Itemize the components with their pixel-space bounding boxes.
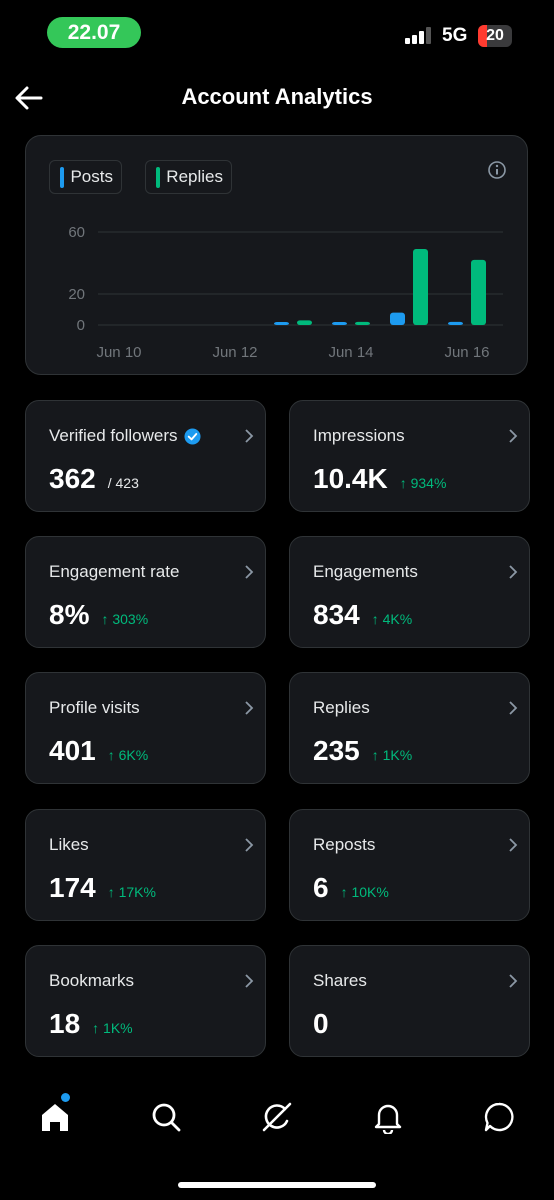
bar-chart: 60 20 0 Jun 10 Jun 12 Jun 14 Jun 16 xyxy=(68,224,503,361)
bell-icon[interactable] xyxy=(371,1100,405,1134)
x-tick-label: Jun 12 xyxy=(212,344,257,361)
stat-change: ↑ 4K% xyxy=(371,611,413,627)
stat-change: ↑ 303% xyxy=(101,611,149,627)
status-time: 22.07 xyxy=(47,17,141,48)
stat-label: Engagement rate xyxy=(49,562,180,581)
stat-label: Shares xyxy=(313,971,367,990)
chevron-right-icon xyxy=(245,429,254,443)
stat-total: / 423 xyxy=(107,475,139,491)
chevron-right-icon xyxy=(509,838,518,852)
battery-level: 20 xyxy=(486,27,504,44)
stat-value: 834 xyxy=(313,599,360,630)
chevron-right-icon xyxy=(245,701,254,715)
stat-card-replies[interactable]: Replies 235 ↑ 1K% xyxy=(289,672,530,784)
bar-posts-jun-13 xyxy=(274,322,289,325)
stat-label: Verified followers xyxy=(49,426,178,445)
x-tick-label: Jun 16 xyxy=(444,344,489,361)
y-tick-label: 0 xyxy=(77,317,85,334)
stat-card-verified-followers[interactable]: Verified followers 362 / 423 xyxy=(25,400,266,512)
messages-icon[interactable] xyxy=(482,1100,516,1134)
stat-value: 8% xyxy=(49,599,90,630)
stat-label: Impressions xyxy=(313,426,405,445)
bar-posts-jun-15 xyxy=(390,312,405,325)
stat-card-impressions[interactable]: Impressions 10.4K ↑ 934% xyxy=(289,400,530,512)
chevron-right-icon xyxy=(245,565,254,579)
stat-card-reposts[interactable]: Reposts 6 ↑ 10K% xyxy=(289,809,530,921)
x-tick-label: Jun 10 xyxy=(96,344,141,361)
stat-card-shares[interactable]: Shares 0 xyxy=(289,945,530,1057)
chevron-right-icon xyxy=(245,974,254,988)
battery-icon: 20 xyxy=(478,25,512,47)
chevron-right-icon xyxy=(509,974,518,988)
notification-dot xyxy=(61,1093,70,1102)
bar-replies-jun-13 xyxy=(297,320,312,325)
stat-card-profile-visits[interactable]: Profile visits 401 ↑ 6K% xyxy=(25,672,266,784)
stat-value: 401 xyxy=(49,735,96,766)
bar-posts-jun-14 xyxy=(332,322,347,325)
stat-card-likes[interactable]: Likes 174 ↑ 17K% xyxy=(25,809,266,921)
stat-change: ↑ 934% xyxy=(399,475,447,491)
stat-change: ↑ 10K% xyxy=(340,884,389,900)
x-tick-label: Jun 14 xyxy=(328,344,373,361)
bar-replies-jun-14 xyxy=(355,321,370,325)
home-icon[interactable] xyxy=(38,1100,72,1134)
stat-value: 362 xyxy=(49,463,96,494)
stat-card-bookmarks[interactable]: Bookmarks 18 ↑ 1K% xyxy=(25,945,266,1057)
stat-label: Likes xyxy=(49,835,89,854)
stat-label: Engagements xyxy=(313,562,418,581)
grok-icon[interactable] xyxy=(260,1100,294,1134)
y-tick-label: 60 xyxy=(68,224,85,241)
stat-change: ↑ 1K% xyxy=(92,1020,133,1036)
stat-card-engagement-rate[interactable]: Engagement rate 8% ↑ 303% xyxy=(25,536,266,648)
search-icon[interactable] xyxy=(149,1100,183,1134)
page-title: Account Analytics xyxy=(181,84,373,109)
stat-value: 18 xyxy=(49,1008,81,1039)
bar-posts-jun-16 xyxy=(448,321,463,325)
bar-replies-jun-16 xyxy=(471,259,486,325)
stat-change: ↑ 1K% xyxy=(371,747,413,763)
stat-change: ↑ 6K% xyxy=(107,747,149,763)
bar-replies-jun-15 xyxy=(413,249,428,325)
stat-value: 174 xyxy=(49,872,96,903)
analytics-chart-card: Posts Replies 60 20 0 Jun 10 Jun 12 Jun 14 Jun… xyxy=(25,135,528,375)
stat-label: Reposts xyxy=(313,835,376,854)
stat-card-engagements[interactable]: Engagements 834 ↑ 4K% xyxy=(289,536,530,648)
chevron-right-icon xyxy=(509,429,518,443)
stat-change: ↑ 17K% xyxy=(107,884,156,900)
verified-badge-icon xyxy=(183,427,201,445)
stat-label: Profile visits xyxy=(49,698,140,717)
signal-icon xyxy=(405,27,431,44)
stat-value: 10.4K xyxy=(313,463,388,494)
stat-label: Bookmarks xyxy=(49,971,135,990)
stat-label: Replies xyxy=(313,698,370,717)
chevron-right-icon xyxy=(509,701,518,715)
stat-value: 235 xyxy=(313,735,360,766)
network-label: 5G xyxy=(442,25,468,46)
y-tick-label: 20 xyxy=(68,286,85,303)
home-indicator xyxy=(178,1182,376,1188)
stat-value: 6 xyxy=(313,872,329,903)
chevron-right-icon xyxy=(509,565,518,579)
stat-value: 0 xyxy=(313,1008,329,1039)
chevron-right-icon xyxy=(245,838,254,852)
